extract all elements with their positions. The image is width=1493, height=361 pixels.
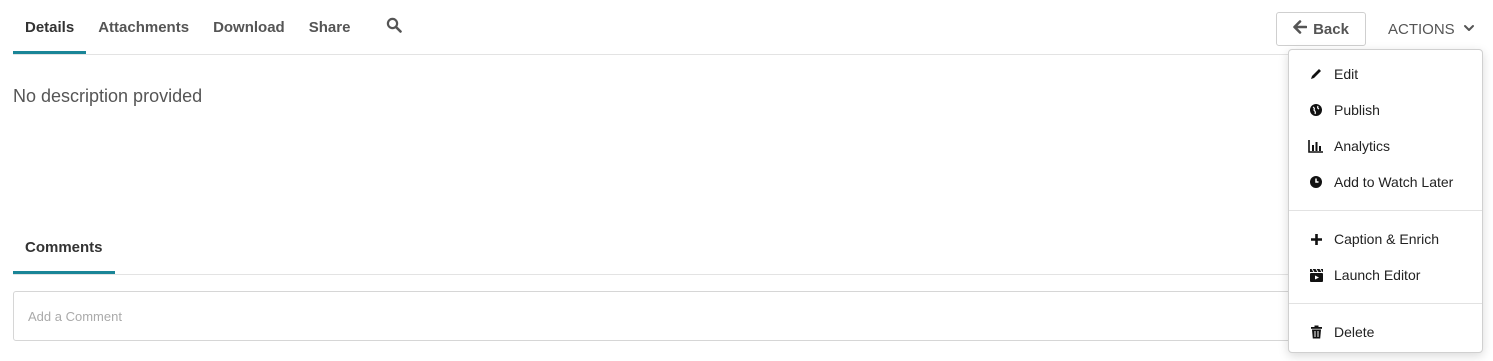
chevron-down-icon bbox=[1463, 21, 1475, 38]
menu-item-label: Caption & Enrich bbox=[1334, 231, 1440, 247]
menu-item-publish[interactable]: Publish bbox=[1289, 92, 1482, 128]
menu-item-watch-later[interactable]: Add to Watch Later bbox=[1289, 164, 1482, 200]
menu-item-edit[interactable]: Edit bbox=[1289, 56, 1482, 92]
comments-tabs: Comments bbox=[13, 226, 115, 274]
clock-icon bbox=[1308, 174, 1324, 190]
menu-item-delete[interactable]: Delete bbox=[1289, 314, 1482, 350]
globe-icon bbox=[1308, 102, 1324, 118]
menu-item-label: Add to Watch Later bbox=[1334, 174, 1454, 190]
menu-item-label: Delete bbox=[1334, 324, 1375, 340]
menu-item-label: Edit bbox=[1334, 66, 1359, 82]
tab-details[interactable]: Details bbox=[13, 0, 87, 54]
back-button[interactable]: Back bbox=[1276, 12, 1366, 46]
search-icon bbox=[386, 17, 403, 38]
actions-menu: Edit Publish Analytics Add to Watch Late… bbox=[1288, 49, 1483, 353]
pencil-icon bbox=[1308, 66, 1324, 82]
comment-input[interactable] bbox=[13, 291, 1303, 341]
tab-comments[interactable]: Comments bbox=[13, 226, 115, 274]
comments-divider bbox=[13, 274, 1483, 275]
actions-dropdown-toggle[interactable]: ACTIONS bbox=[1382, 12, 1481, 46]
description-text: No description provided bbox=[13, 86, 203, 106]
media-tabs: Details Attachments Download Share bbox=[13, 0, 414, 54]
actions-label: ACTIONS bbox=[1388, 20, 1455, 38]
menu-item-caption-enrich[interactable]: Caption & Enrich bbox=[1289, 221, 1482, 257]
tab-download[interactable]: Download bbox=[201, 0, 297, 54]
clapperboard-icon bbox=[1308, 267, 1324, 283]
menu-separator bbox=[1289, 303, 1482, 304]
menu-item-label: Analytics bbox=[1334, 138, 1391, 154]
search-button[interactable] bbox=[374, 0, 414, 54]
menu-item-launch-editor[interactable]: Launch Editor bbox=[1289, 257, 1482, 293]
bar-chart-icon bbox=[1308, 138, 1324, 154]
back-label: Back bbox=[1313, 20, 1349, 38]
menu-separator bbox=[1289, 210, 1482, 211]
tab-share[interactable]: Share bbox=[297, 0, 363, 54]
menu-item-analytics[interactable]: Analytics bbox=[1289, 128, 1482, 164]
tab-attachments[interactable]: Attachments bbox=[86, 0, 201, 54]
trash-icon bbox=[1308, 324, 1324, 340]
menu-item-label: Launch Editor bbox=[1334, 267, 1421, 283]
tabs-divider bbox=[13, 54, 1483, 55]
menu-item-label: Publish bbox=[1334, 102, 1380, 118]
arrow-left-icon bbox=[1293, 20, 1308, 38]
plus-icon bbox=[1308, 231, 1324, 247]
